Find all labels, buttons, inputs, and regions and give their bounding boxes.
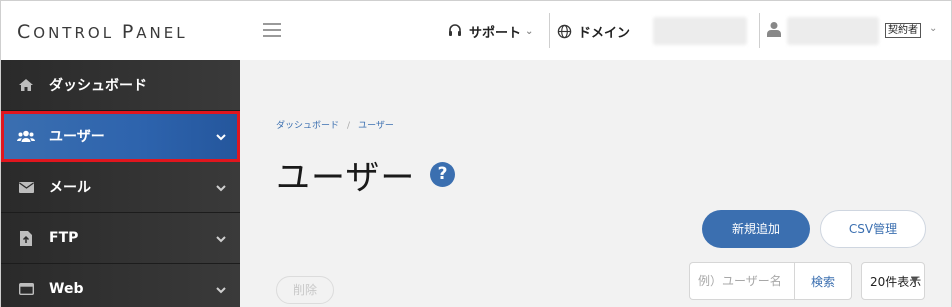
divider	[549, 13, 550, 48]
breadcrumb-current: ユーザー	[358, 121, 394, 131]
per-page-select[interactable]: 20件表示 ▼	[861, 262, 925, 300]
chevron-down-icon	[216, 282, 226, 298]
breadcrumb-link-dashboard[interactable]: ダッシュボード	[276, 121, 339, 131]
page-title: ユーザー	[276, 158, 416, 198]
sidebar: ダッシュボード ユーザー メール FTP Web	[0, 60, 240, 307]
domain-menu[interactable]: ドメイン	[557, 19, 630, 43]
chevron-down-icon: ⌄	[525, 25, 534, 37]
menu-toggle-icon[interactable]	[263, 23, 281, 37]
search-input[interactable]	[689, 262, 795, 300]
add-user-button[interactable]: 新規追加	[702, 210, 810, 248]
sidebar-item-label: メール	[49, 180, 91, 196]
globe-icon	[557, 24, 572, 38]
domain-selector[interactable]	[653, 17, 747, 45]
support-label: サポート	[469, 25, 522, 41]
logo-text: ONTROL	[33, 24, 122, 42]
csv-manage-button[interactable]: CSV管理	[820, 210, 926, 248]
search-button[interactable]: 検索	[794, 262, 852, 300]
sidebar-item-label: Web	[49, 281, 84, 297]
help-icon[interactable]: ?	[430, 162, 455, 187]
user-icon	[767, 21, 781, 41]
logo-text: ANEL	[136, 24, 188, 42]
user-name[interactable]	[787, 17, 879, 45]
chevron-down-icon	[216, 180, 226, 196]
home-icon	[17, 78, 35, 92]
mail-icon	[17, 181, 35, 193]
breadcrumb: ダッシュボード / ユーザー	[276, 121, 394, 131]
logo-letter: C	[17, 21, 34, 43]
file-upload-icon	[17, 230, 35, 246]
divider	[759, 13, 760, 48]
role-badge: 契約者	[885, 23, 921, 38]
sidebar-item-label: ダッシュボード	[49, 78, 147, 94]
caret-down-icon: ▼	[911, 276, 918, 286]
sidebar-item-web[interactable]: Web	[1, 264, 240, 307]
sidebar-item-ftp[interactable]: FTP	[1, 213, 240, 264]
sidebar-item-label: FTP	[49, 230, 79, 246]
sidebar-item-label: ユーザー	[49, 129, 105, 145]
headset-icon	[449, 24, 461, 36]
delete-button[interactable]: 削除	[276, 276, 334, 304]
support-menu[interactable]: サポート ⌄	[447, 19, 533, 43]
sidebar-item-dashboard[interactable]: ダッシュボード	[1, 60, 240, 111]
logo[interactable]: CONTROL PANEL	[17, 21, 188, 43]
top-header: CONTROL PANEL サポート ⌄ ドメイン 契約者 ⌄	[0, 0, 952, 60]
sidebar-item-users[interactable]: ユーザー	[1, 111, 240, 162]
window-icon	[17, 283, 35, 295]
sidebar-item-mail[interactable]: メール	[1, 162, 240, 213]
chevron-down-icon[interactable]: ⌄	[929, 23, 937, 34]
chevron-down-icon	[216, 231, 226, 247]
logo-letter: P	[121, 21, 137, 43]
main-content: ダッシュボード/ユーザー ユーザー ? 新規追加 CSV管理 削除 検索 20件…	[240, 60, 952, 307]
domain-label: ドメイン	[578, 25, 631, 41]
users-icon	[17, 130, 35, 143]
chevron-down-icon	[216, 129, 226, 145]
